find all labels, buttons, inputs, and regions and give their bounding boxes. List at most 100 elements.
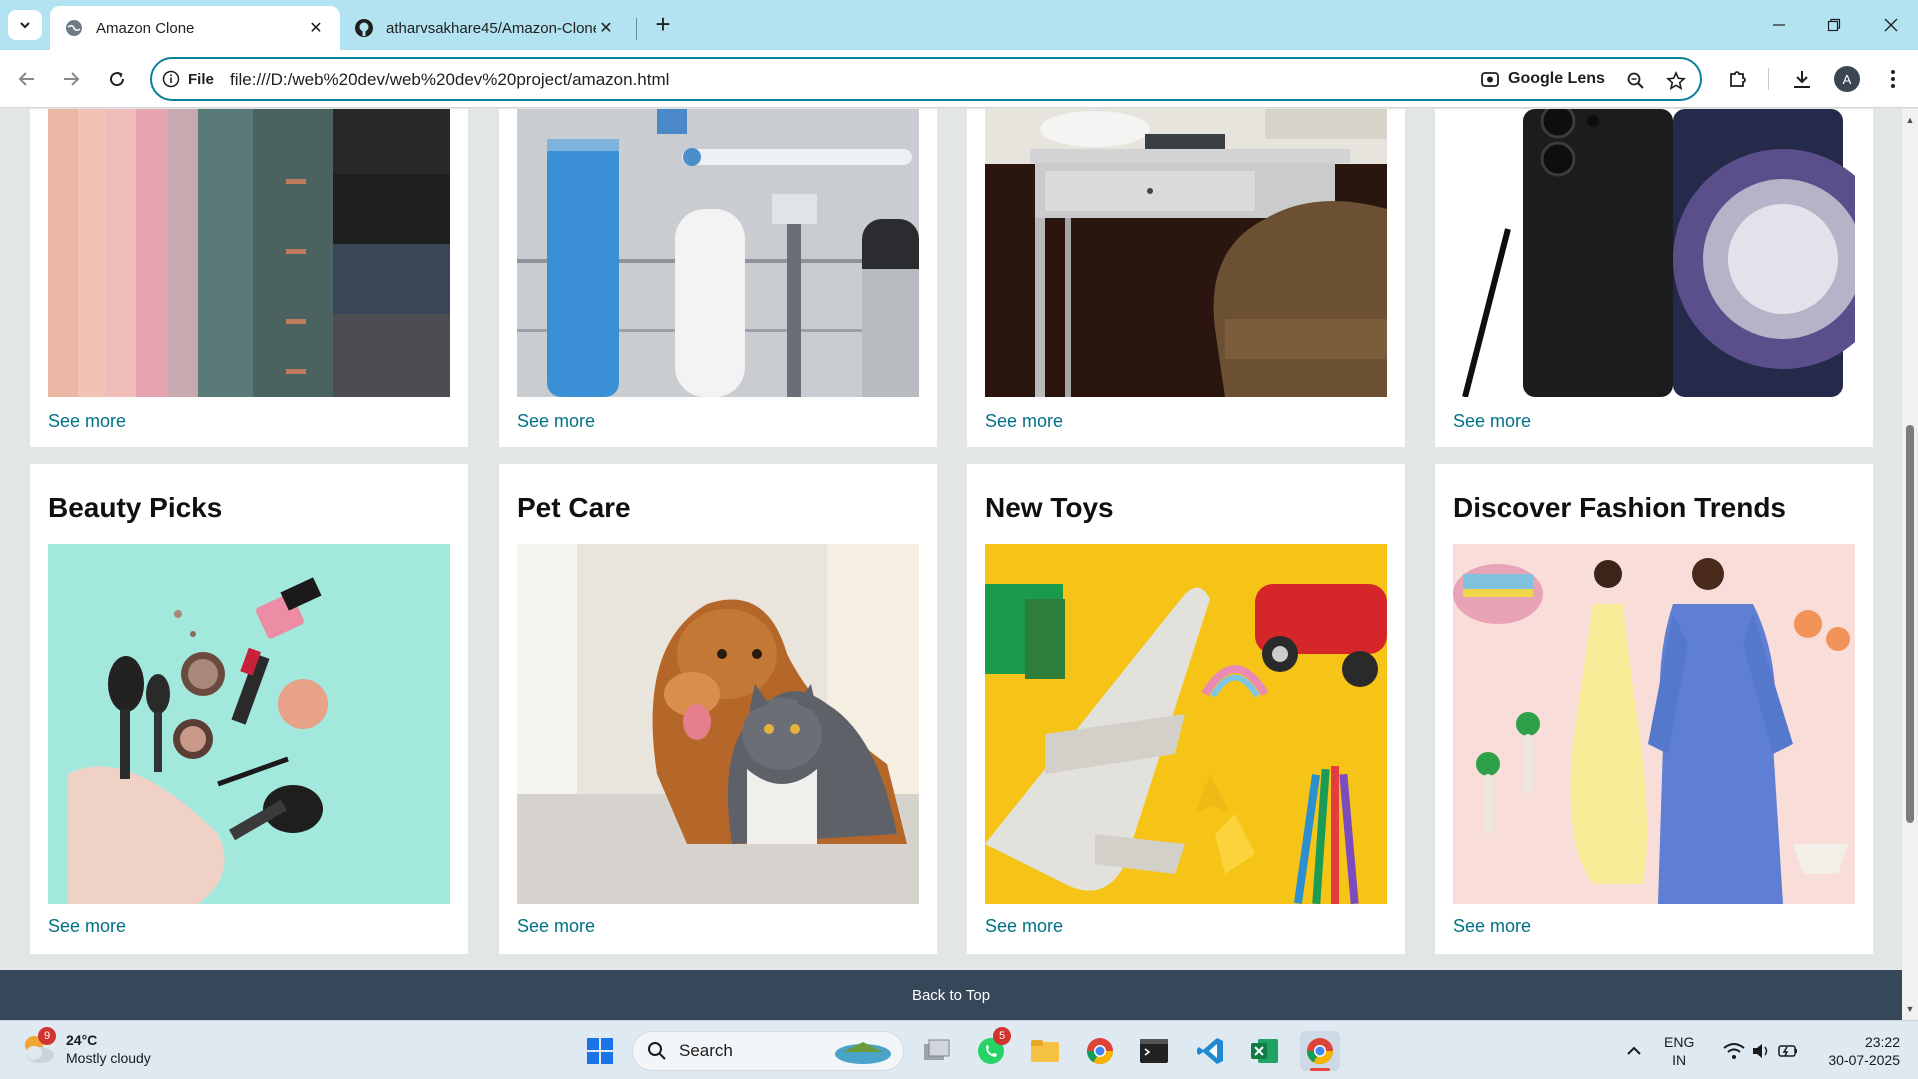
show-hidden-icons-button[interactable]: [1614, 1031, 1654, 1071]
see-more-link[interactable]: See more: [1453, 411, 1531, 432]
card-title: New Toys: [985, 492, 1114, 523]
close-tab-icon[interactable]: ✕: [306, 18, 326, 38]
search-highlight-icon: [835, 1042, 891, 1064]
forward-button[interactable]: [56, 64, 86, 94]
task-view-icon: [924, 1039, 950, 1060]
start-button[interactable]: [580, 1031, 620, 1071]
zoom-button[interactable]: [1624, 69, 1648, 93]
google-lens-button[interactable]: Google Lens: [1480, 69, 1605, 89]
folder-icon: [1031, 1040, 1059, 1062]
arrow-left-icon: [18, 72, 34, 86]
language-indicator[interactable]: ENG IN: [1664, 1033, 1694, 1069]
see-more-link[interactable]: See more: [517, 411, 595, 432]
chrome-profile-button[interactable]: [1300, 1031, 1340, 1071]
product-card: See more: [1435, 109, 1873, 447]
tab-search-button[interactable]: [8, 10, 42, 40]
card-image-personal-care[interactable]: [517, 109, 919, 397]
see-more-link[interactable]: See more: [48, 411, 126, 432]
camera-lens-icon: [1481, 72, 1499, 87]
card-image-toys[interactable]: [985, 544, 1387, 904]
reload-button[interactable]: [102, 64, 132, 94]
address-bar[interactable]: File file:///D:/web%20dev/web%20dev%20pr…: [150, 57, 1702, 101]
url-text[interactable]: file:///D:/web%20dev/web%20dev%20project…: [230, 70, 669, 90]
chrome-icon: [1306, 1038, 1334, 1065]
scroll-up-icon[interactable]: ▲: [1905, 115, 1915, 125]
downloads-button[interactable]: [1787, 64, 1817, 94]
card-image-phone[interactable]: [1453, 109, 1855, 397]
keyboard-region: IN: [1672, 1052, 1687, 1068]
restore-button[interactable]: [1819, 10, 1849, 40]
clock[interactable]: 23:22 30-07-2025: [1818, 1033, 1900, 1069]
scroll-thumb[interactable]: [1906, 425, 1914, 823]
back-to-top-button[interactable]: Back to Top: [0, 970, 1902, 1020]
restore-icon: [1827, 18, 1841, 32]
task-view-button[interactable]: [917, 1031, 957, 1071]
card-image-makeup[interactable]: [48, 544, 450, 904]
new-tab-button[interactable]: +: [650, 11, 676, 38]
scroll-down-icon[interactable]: ▼: [1905, 1004, 1915, 1014]
browser-menu-button[interactable]: [1878, 64, 1908, 94]
tab-amazon-clone[interactable]: Amazon Clone ✕: [50, 6, 340, 50]
star-icon: [1666, 71, 1686, 90]
card-image-fabric[interactable]: [48, 109, 450, 397]
weather-widget[interactable]: 9 24°C Mostly cloudy: [20, 1027, 151, 1067]
toolbar-divider: [1768, 68, 1769, 90]
close-tab-icon[interactable]: ✕: [596, 18, 616, 38]
windows-taskbar: 9 24°C Mostly cloudy Search 5 ENG IN 23:…: [0, 1020, 1918, 1079]
google-lens-label: Google Lens: [1508, 70, 1605, 87]
page-scrollbar[interactable]: ▲ ▼: [1902, 109, 1918, 1020]
tab-github-repo[interactable]: atharvsakhare45/Amazon-Clone ✕: [340, 6, 630, 50]
arrow-right-icon: [64, 72, 80, 86]
product-card: Discover Fashion Trends See more: [1435, 464, 1873, 954]
tab-title: Amazon Clone: [96, 19, 195, 37]
minimize-button[interactable]: [1764, 10, 1794, 40]
card-title: Beauty Picks: [48, 492, 223, 523]
chrome-button[interactable]: [1080, 1031, 1120, 1071]
weather-temp: 24°C: [66, 1032, 98, 1048]
weather-desc: Mostly cloudy: [66, 1050, 151, 1066]
avatar: A: [1834, 66, 1860, 92]
see-more-link[interactable]: See more: [517, 916, 595, 937]
vscode-button[interactable]: [1190, 1031, 1230, 1071]
active-app-indicator: [1310, 1068, 1330, 1071]
see-more-link[interactable]: See more: [985, 916, 1063, 937]
system-tray-status[interactable]: [1716, 1031, 1806, 1071]
excel-icon: [1251, 1039, 1278, 1063]
product-card: New Toys See more: [967, 464, 1405, 954]
card-image-fashion[interactable]: [1453, 544, 1855, 904]
close-icon: [1884, 18, 1898, 32]
wifi-icon: [1723, 1043, 1745, 1059]
card-image-desk[interactable]: [985, 109, 1387, 397]
puzzle-icon: [1730, 71, 1746, 87]
excel-button[interactable]: [1245, 1031, 1285, 1071]
more-vertical-icon: [1891, 70, 1895, 88]
github-icon: [355, 19, 373, 37]
whatsapp-button[interactable]: 5: [971, 1027, 1011, 1071]
card-image-pets[interactable]: [517, 544, 919, 904]
bookmark-button[interactable]: [1664, 69, 1688, 93]
search-label: Search: [679, 1041, 733, 1060]
vscode-icon: [1197, 1038, 1223, 1064]
see-more-link[interactable]: See more: [1453, 916, 1531, 937]
extensions-button[interactable]: [1723, 64, 1753, 94]
language-code: ENG: [1664, 1034, 1695, 1050]
minimize-icon: [1773, 24, 1785, 26]
site-info-label: File: [188, 70, 214, 88]
site-info-button[interactable]: File: [162, 68, 214, 90]
browser-tab-strip: Amazon Clone ✕ atharvsakhare45/Amazon-Cl…: [0, 0, 1918, 50]
product-card: See more: [30, 109, 468, 447]
back-button[interactable]: [12, 64, 42, 94]
back-to-top-label: Back to Top: [911, 986, 991, 1004]
clock-date: 30-07-2025: [1828, 1052, 1900, 1068]
terminal-button[interactable]: [1134, 1031, 1174, 1071]
profile-avatar[interactable]: A: [1832, 64, 1862, 94]
cloud-sun-icon: 9: [20, 1027, 56, 1067]
see-more-link[interactable]: See more: [985, 411, 1063, 432]
tab-title: atharvsakhare45/Amazon-Clone: [386, 19, 596, 37]
close-window-button[interactable]: [1876, 10, 1906, 40]
file-explorer-button[interactable]: [1025, 1031, 1065, 1071]
reload-icon: [110, 72, 125, 87]
globe-icon: [66, 20, 82, 36]
see-more-link[interactable]: See more: [48, 916, 126, 937]
taskbar-search[interactable]: Search: [632, 1031, 904, 1071]
